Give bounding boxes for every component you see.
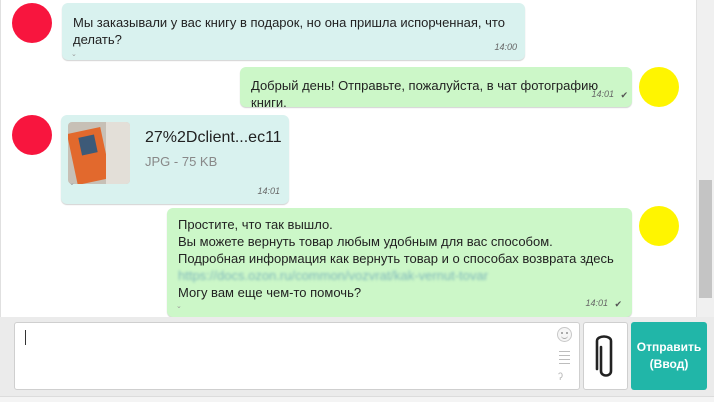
message-time: 14:01 bbox=[585, 298, 608, 308]
message-outgoing-4: Простите, что так вышло. Вы можете верну… bbox=[167, 208, 632, 317]
list-icon[interactable] bbox=[559, 351, 570, 367]
bottom-border bbox=[0, 396, 714, 402]
message-input[interactable]: ʔ bbox=[14, 322, 580, 390]
agent-avatar bbox=[639, 206, 679, 246]
input-tools: ʔ bbox=[557, 327, 573, 387]
paperclip-icon bbox=[595, 335, 613, 377]
check-icon: ✔ bbox=[620, 90, 628, 100]
scrollbar-thumb[interactable] bbox=[699, 180, 712, 298]
file-meta: JPG - 75 KB bbox=[145, 154, 218, 169]
text-caret bbox=[25, 330, 26, 345]
message-time: 14:01 bbox=[591, 89, 614, 99]
image-thumbnail[interactable] bbox=[68, 122, 130, 184]
message-time: 14:01 bbox=[257, 186, 280, 196]
send-label: Отправить bbox=[636, 340, 702, 354]
message-text: Добрый день! Отправьте, пожалуйста, в ча… bbox=[251, 78, 599, 110]
file-name[interactable]: 27%2Dclient...ec11 bbox=[145, 129, 282, 146]
chevron-down-icon[interactable]: ⌄ bbox=[69, 180, 75, 188]
chevron-down-icon[interactable]: ⌄ bbox=[249, 98, 255, 106]
message-text: Мы заказывали у вас книгу в подарок, но … bbox=[73, 15, 505, 30]
message-incoming-1: Мы заказывали у вас книгу в подарок, но … bbox=[62, 3, 525, 60]
send-button[interactable]: Отправить (Ввод) bbox=[631, 322, 707, 390]
message-incoming-file[interactable]: 27%2Dclient...ec11 JPG - 75 KB ⌄ 14:01 bbox=[61, 115, 289, 204]
attach-button[interactable] bbox=[583, 322, 628, 390]
message-time: 14:00 bbox=[494, 42, 517, 52]
return-info-link[interactable]: https://docs.ozon.ru/common/vozvrat/kak-… bbox=[178, 267, 622, 284]
message-text: Подробная информация как вернуть товар и… bbox=[178, 251, 614, 266]
spellcheck-icon[interactable]: ʔ bbox=[558, 372, 563, 383]
message-text: делать? bbox=[73, 32, 122, 47]
message-text: Могу вам еще чем-то помочь? bbox=[178, 285, 362, 300]
agent-avatar bbox=[639, 67, 679, 107]
message-text: Простите, что так вышло. bbox=[178, 217, 333, 232]
chat-history[interactable]: Мы заказывали у вас книгу в подарок, но … bbox=[0, 0, 714, 317]
message-text: Вы можете вернуть товар любым удобным дл… bbox=[178, 234, 553, 249]
smile-icon[interactable] bbox=[557, 327, 572, 342]
scrollbar[interactable] bbox=[696, 0, 714, 317]
send-shortcut: (Ввод) bbox=[649, 357, 689, 371]
client-avatar bbox=[12, 115, 52, 155]
chevron-down-icon[interactable]: ⌄ bbox=[176, 303, 182, 311]
chevron-down-icon[interactable]: ⌄ bbox=[71, 51, 77, 59]
client-avatar bbox=[12, 3, 52, 43]
message-outgoing-2: Добрый день! Отправьте, пожалуйста, в ча… bbox=[240, 67, 632, 110]
check-icon: ✔ bbox=[614, 299, 622, 309]
